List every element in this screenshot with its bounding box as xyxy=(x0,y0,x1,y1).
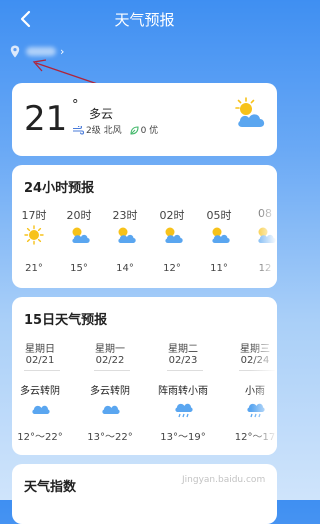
scroll-fade xyxy=(251,297,277,455)
weather-index-card[interactable]: 天气指数 xyxy=(12,464,277,524)
partly-cloudy-icon xyxy=(212,227,230,243)
hour-time: 02时 xyxy=(159,209,185,222)
day-name: 星期日 xyxy=(25,344,55,355)
day-date: 02/22 xyxy=(95,355,125,366)
day-date: 02/23 xyxy=(168,355,198,366)
hour-temp: 15° xyxy=(70,263,88,274)
day-date: 02/21 xyxy=(25,355,55,366)
hourly-forecast-card[interactable]: 24小时预报 17时 21° 20时 15° 23时 14° 02时 12° 0… xyxy=(12,165,277,288)
day-divider xyxy=(24,370,60,371)
day-temp-range: 12°～22° xyxy=(17,432,63,443)
wind-aqi-row: 2级 北风 0 优 xyxy=(72,123,158,136)
current-weather-card: 21 ° 多云 2级 北风 0 优 xyxy=(12,83,277,156)
scroll-fade xyxy=(251,165,277,288)
partly-cloudy-icon xyxy=(165,227,183,243)
wind-text: 2级 北风 xyxy=(86,126,122,136)
cloud-icon xyxy=(102,405,120,414)
hour-time: 23时 xyxy=(112,209,138,222)
daily-forecast-card[interactable]: 15日天气预报 星期日 02/21 多云转阴 12°～22° 星期一 02/22… xyxy=(12,297,277,455)
day-condition: 多云转阴 xyxy=(20,386,60,397)
cloud-icon xyxy=(32,405,50,414)
day-temp-range: 13°～19° xyxy=(160,432,206,443)
hour-time: 17时 xyxy=(21,209,47,222)
aqi-text: 0 优 xyxy=(140,126,159,136)
partly-cloudy-icon xyxy=(72,227,90,243)
index-title: 天气指数 xyxy=(24,480,77,495)
degree-symbol: ° xyxy=(72,98,79,113)
hour-time: 05时 xyxy=(206,209,232,222)
hour-time: 20时 xyxy=(66,209,92,222)
day-condition: 多云转阴 xyxy=(90,386,130,397)
hourly-title: 24小时预报 xyxy=(24,181,95,196)
leaf-icon xyxy=(130,126,139,135)
hour-temp: 21° xyxy=(25,263,43,274)
current-temperature: 21 xyxy=(24,99,68,139)
day-name: 星期二 xyxy=(168,344,198,355)
hour-temp: 14° xyxy=(116,263,134,274)
wind-icon xyxy=(73,126,84,135)
rain-cloud-icon xyxy=(175,403,193,418)
hour-temp: 11° xyxy=(210,263,228,274)
watermark: Jingyan.baidu.com xyxy=(182,475,266,485)
day-condition: 阵雨转小雨 xyxy=(158,386,208,397)
day-temp-range: 13°～22° xyxy=(87,432,133,443)
partly-cloudy-icon xyxy=(118,227,136,243)
day-divider xyxy=(94,370,130,371)
daily-title: 15日天气预报 xyxy=(24,313,108,328)
current-condition: 多云 xyxy=(89,107,114,121)
hour-temp: 12° xyxy=(163,263,181,274)
sunny-icon xyxy=(24,225,44,245)
day-divider xyxy=(167,370,203,371)
day-name: 星期一 xyxy=(95,344,125,355)
partly-cloudy-icon xyxy=(235,97,265,127)
